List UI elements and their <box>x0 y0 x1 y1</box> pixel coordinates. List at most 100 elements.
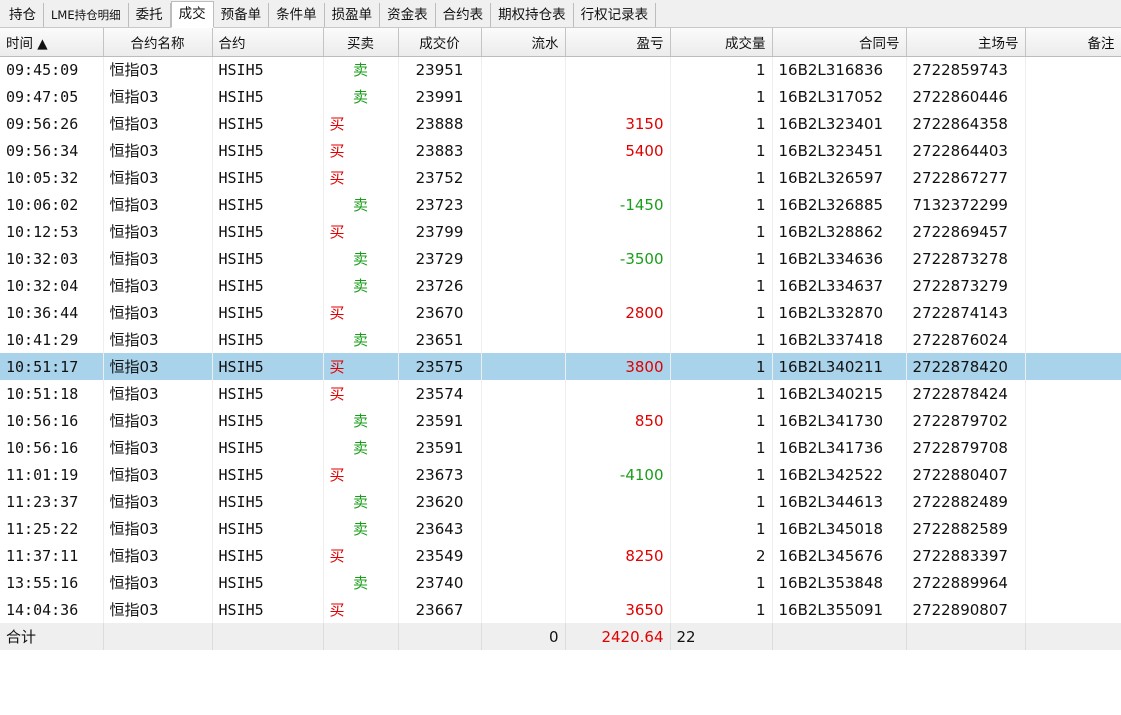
cell-qty: 1 <box>670 164 773 191</box>
tab-6[interactable]: 损盈单 <box>325 3 381 27</box>
table-row[interactable]: 14:04:36 恒指03 HSIH5 买 23667 3650 1 16B2L355091 2… <box>0 596 1121 623</box>
cell-time: 09:47:05 <box>0 83 104 110</box>
column-header-contract-name[interactable]: 合约名称 <box>103 28 213 57</box>
column-header-note[interactable]: 备注 <box>1025 28 1121 57</box>
column-header-side[interactable]: 买卖 <box>323 28 399 57</box>
cell-contract: HSIH5 <box>212 488 324 515</box>
tab-0[interactable]: 持仓 <box>2 3 44 27</box>
column-header-pnl[interactable]: 盈亏 <box>565 28 671 57</box>
table-row[interactable]: 10:12:53 恒指03 HSIH5 买 23799 1 16B2L328862 27228… <box>0 218 1121 245</box>
table-header-row: 时间 ▲ 合约名称 合约 买卖 成交价 流水 盈亏 成交量 合同号 主场号 备注 <box>0 28 1121 57</box>
cell-qty: 1 <box>670 110 773 137</box>
table-row[interactable]: 11:01:19 恒指03 HSIH5 买 23673 -4100 1 16B2L342522… <box>0 461 1121 488</box>
cell-price: 23651 <box>398 326 482 353</box>
cell-time: 09:45:09 <box>0 56 104 83</box>
table-row[interactable]: 13:55:16 恒指03 HSIH5 卖 23740 1 16B2L353848 27228… <box>0 569 1121 596</box>
cell-contract: HSIH5 <box>212 326 324 353</box>
cell-time: 13:55:16 <box>0 569 104 596</box>
table-row[interactable]: 09:56:34 恒指03 HSIH5 买 23883 5400 1 16B2L323451 2… <box>0 137 1121 164</box>
tab-9[interactable]: 期权持仓表 <box>491 3 574 27</box>
table-row[interactable]: 10:51:18 恒指03 HSIH5 买 23574 1 16B2L340215 27228… <box>0 380 1121 407</box>
cell-contract-name: 恒指03 <box>103 299 213 326</box>
cell-pnl <box>565 380 671 407</box>
cell-side: 买 <box>323 380 399 407</box>
cell-flow <box>481 83 566 110</box>
cell-pnl: 850 <box>565 407 671 434</box>
column-header-contract-no[interactable]: 合同号 <box>772 28 907 57</box>
tab-5[interactable]: 条件单 <box>269 3 325 27</box>
column-header-qty[interactable]: 成交量 <box>670 28 773 57</box>
cell-contract-name: 恒指03 <box>103 137 213 164</box>
column-header-contract[interactable]: 合约 <box>212 28 324 57</box>
cell-side: 卖 <box>323 245 399 272</box>
cell-side: 买 <box>323 461 399 488</box>
table-row[interactable]: 10:51:17 恒指03 HSIH5 买 23575 3800 1 16B2L340211 2… <box>0 353 1121 380</box>
tab-10[interactable]: 行权记录表 <box>574 3 657 27</box>
table-row[interactable]: 10:32:04 恒指03 HSIH5 卖 23726 1 16B2L334637 27228… <box>0 272 1121 299</box>
cell-flow <box>481 137 566 164</box>
tab-1[interactable]: LME持仓明细 <box>44 3 129 27</box>
cell-flow <box>481 596 566 623</box>
cell-side: 卖 <box>323 488 399 515</box>
cell-side: 买 <box>323 110 399 137</box>
cell-contract-name: 恒指03 <box>103 380 213 407</box>
cell-side: 卖 <box>323 326 399 353</box>
table-row[interactable]: 11:37:11 恒指03 HSIH5 买 23549 8250 2 16B2L345676 2… <box>0 542 1121 569</box>
cell-time: 10:56:16 <box>0 434 104 461</box>
cell-contract-name: 恒指03 <box>103 191 213 218</box>
tab-8[interactable]: 合约表 <box>436 3 492 27</box>
table-row[interactable]: 10:56:16 恒指03 HSIH5 卖 23591 850 1 16B2L341730 27… <box>0 407 1121 434</box>
cell-contract-no: 16B2L323451 <box>772 137 907 164</box>
cell-contract: HSIH5 <box>212 380 324 407</box>
table-row[interactable]: 10:41:29 恒指03 HSIH5 卖 23651 1 16B2L337418 27228… <box>0 326 1121 353</box>
cell-note <box>1025 407 1121 434</box>
cell-contract-no: 16B2L332870 <box>772 299 907 326</box>
table-row[interactable]: 09:47:05 恒指03 HSIH5 卖 23991 1 16B2L317052 27228… <box>0 83 1121 110</box>
table-row[interactable]: 09:45:09 恒指03 HSIH5 卖 23951 1 16B2L316836 27228… <box>0 56 1121 83</box>
cell-contract: HSIH5 <box>212 191 324 218</box>
table-row[interactable]: 11:25:22 恒指03 HSIH5 卖 23643 1 16B2L345018 27228… <box>0 515 1121 542</box>
cell-contract: HSIH5 <box>212 56 324 83</box>
cell-flow <box>481 434 566 461</box>
cell-contract-no: 16B2L337418 <box>772 326 907 353</box>
table-row[interactable]: 10:06:02 恒指03 HSIH5 卖 23723 -1450 1 16B2L326885… <box>0 191 1121 218</box>
cell-contract-name: 恒指03 <box>103 218 213 245</box>
cell-flow <box>481 299 566 326</box>
tab-3[interactable]: 成交 <box>170 1 214 28</box>
column-header-time[interactable]: 时间 ▲ <box>0 28 104 57</box>
column-header-price[interactable]: 成交价 <box>398 28 482 57</box>
cell-flow <box>481 56 566 83</box>
tab-7[interactable]: 资金表 <box>380 3 436 27</box>
cell-contract: HSIH5 <box>212 218 324 245</box>
cell-note <box>1025 137 1121 164</box>
cell-pnl <box>565 434 671 461</box>
cell-side: 卖 <box>323 83 399 110</box>
tab-2[interactable]: 委托 <box>129 3 171 27</box>
column-header-flow[interactable]: 流水 <box>481 28 566 57</box>
cell-note <box>1025 515 1121 542</box>
total-flow: 0 <box>481 623 566 650</box>
column-header-master-no[interactable]: 主场号 <box>906 28 1026 57</box>
cell-price: 23591 <box>398 434 482 461</box>
cell-note <box>1025 110 1121 137</box>
table-row[interactable]: 10:05:32 恒指03 HSIH5 买 23752 1 16B2L326597 27228… <box>0 164 1121 191</box>
cell-price: 23591 <box>398 407 482 434</box>
table-row[interactable]: 10:36:44 恒指03 HSIH5 买 23670 2800 1 16B2L332870 2… <box>0 299 1121 326</box>
cell-side: 买 <box>323 353 399 380</box>
cell-pnl <box>565 569 671 596</box>
table-row[interactable]: 10:32:03 恒指03 HSIH5 卖 23729 -3500 1 16B2L334636… <box>0 245 1121 272</box>
cell-flow <box>481 218 566 245</box>
cell-note <box>1025 56 1121 83</box>
cell-flow <box>481 326 566 353</box>
table-row[interactable]: 10:56:16 恒指03 HSIH5 卖 23591 1 16B2L341736 27228… <box>0 434 1121 461</box>
table-row[interactable]: 09:56:26 恒指03 HSIH5 买 23888 3150 1 16B2L323401 2… <box>0 110 1121 137</box>
cell-side: 卖 <box>323 56 399 83</box>
cell-time: 11:25:22 <box>0 515 104 542</box>
table-row[interactable]: 11:23:37 恒指03 HSIH5 卖 23620 1 16B2L344613 27228… <box>0 488 1121 515</box>
cell-note <box>1025 326 1121 353</box>
cell-side: 卖 <box>323 407 399 434</box>
cell-contract: HSIH5 <box>212 137 324 164</box>
tab-4[interactable]: 预备单 <box>214 3 270 27</box>
cell-qty: 1 <box>670 326 773 353</box>
tab-bar: 持仓 LME持仓明细 委托 成交 预备单 条件单 损盈单 资金表 合约表 期权持仓表 行权记录表 <box>0 0 1121 28</box>
